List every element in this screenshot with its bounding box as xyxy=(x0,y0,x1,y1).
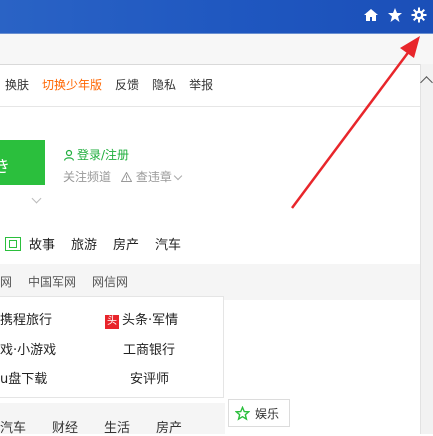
vertical-scrollbar[interactable] xyxy=(420,64,433,434)
login-label: 登录/注册 xyxy=(77,148,130,162)
traffic-query-link[interactable]: 查违章 xyxy=(120,168,183,185)
warning-icon xyxy=(120,171,133,182)
window-titlebar xyxy=(0,0,433,33)
site-download[interactable]: u盘下载 xyxy=(0,368,47,387)
nav-feedback[interactable]: 反馈 xyxy=(115,76,139,93)
sublink-china-military[interactable]: 中国军网 xyxy=(28,273,76,290)
home-icon[interactable] xyxy=(363,7,379,23)
tab-life[interactable]: 生活 xyxy=(104,417,130,436)
divider xyxy=(0,106,420,107)
entertainment-button[interactable]: 娱乐 xyxy=(228,399,290,427)
nav-kids-mode[interactable]: 切换少年版 xyxy=(42,76,102,93)
login-link[interactable]: 登录/注册 xyxy=(63,146,129,163)
site-anping[interactable]: 安评师 xyxy=(130,368,169,387)
green-login-button[interactable]: き xyxy=(0,140,45,185)
tab-auto-bottom[interactable]: 汽车 xyxy=(0,417,26,436)
star-icon[interactable] xyxy=(387,7,403,23)
tab-finance[interactable]: 财经 xyxy=(52,417,78,436)
star-outline-icon xyxy=(235,405,250,421)
site-toutiao[interactable]: 头头条·军情 xyxy=(105,309,178,329)
tab-story[interactable]: 故事 xyxy=(29,234,55,253)
top-nav: 换肤 切换少年版 反馈 隐私 举报 xyxy=(5,76,213,93)
follow-channel-link[interactable]: 关注频道 xyxy=(63,168,111,185)
tab-travel[interactable]: 旅游 xyxy=(71,234,97,253)
tab-real-estate[interactable]: 房产 xyxy=(113,234,139,253)
site-icbc[interactable]: 工商银行 xyxy=(123,339,175,358)
toutiao-logo-icon: 头 xyxy=(105,315,119,329)
bottom-tabs: 汽车 财经 生活 房产 xyxy=(0,417,182,436)
tab-real-estate-bottom[interactable]: 房产 xyxy=(156,417,182,436)
nav-skin[interactable]: 换肤 xyxy=(5,76,29,93)
nav-report[interactable]: 举报 xyxy=(189,76,213,93)
gear-icon[interactable] xyxy=(411,7,427,23)
category-tabs: 故事 旅游 房产 汽车 xyxy=(5,234,181,253)
tab-auto[interactable]: 汽车 xyxy=(155,234,181,253)
user-icon xyxy=(63,149,75,161)
browser-toolbar xyxy=(0,34,433,65)
titlebar-icons xyxy=(363,7,427,23)
site-grid: 携程旅行 头头条·军情 戏·小游戏 工商银行 u盘下载 安评师 xyxy=(0,296,224,398)
site-ctrip[interactable]: 携程旅行 xyxy=(0,309,52,328)
login-subline: 关注频道 查违章 xyxy=(63,168,183,185)
site-games[interactable]: 戏·小游戏 xyxy=(0,339,56,358)
chevron-down-icon[interactable] xyxy=(31,193,42,204)
nav-privacy[interactable]: 隐私 xyxy=(152,76,176,93)
sublinks: 网 中国军网 网信网 xyxy=(0,273,128,290)
sublink-cac[interactable]: 网信网 xyxy=(92,273,128,290)
sublink-partial[interactable]: 网 xyxy=(0,273,12,290)
video-icon xyxy=(5,236,21,251)
chevron-down-icon xyxy=(173,171,183,181)
